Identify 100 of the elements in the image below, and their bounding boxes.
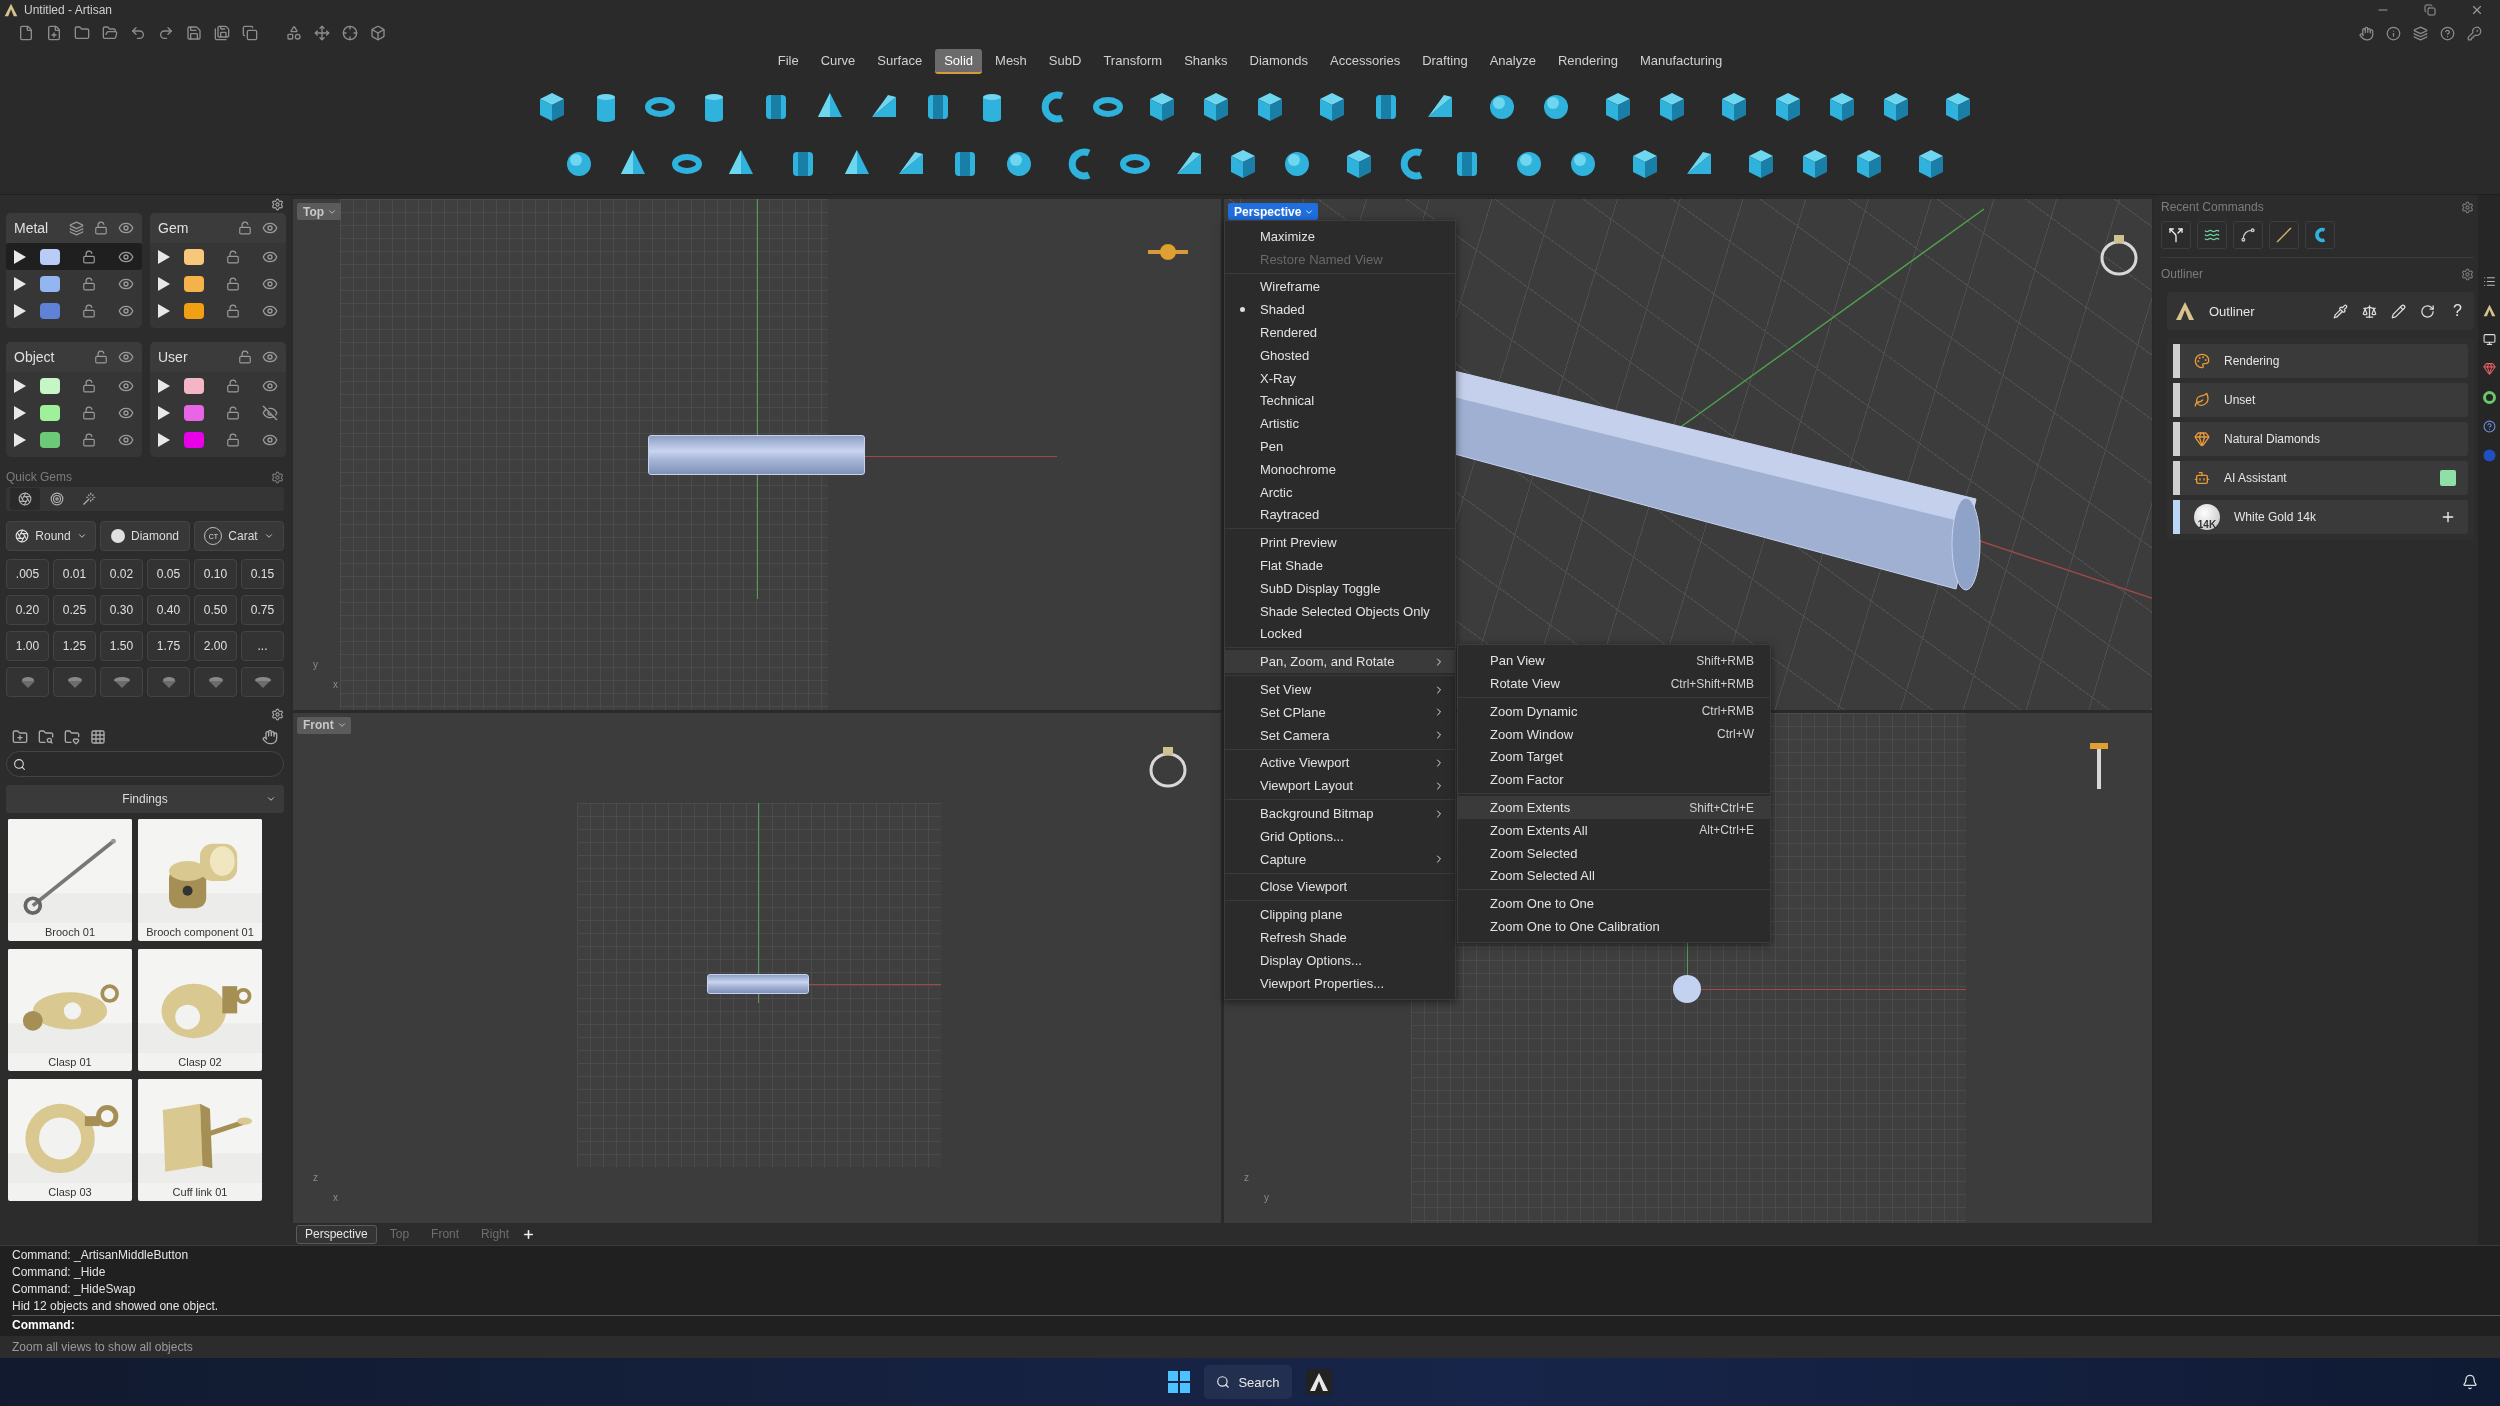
play-icon[interactable]	[158, 432, 170, 447]
category-dropdown[interactable]: Findings	[6, 785, 284, 813]
menu-item[interactable]: Zoom Selected All	[1458, 864, 1770, 888]
ribbon-tab[interactable]: SubD	[1039, 48, 1091, 74]
toggle-square[interactable]	[2440, 470, 2456, 486]
size-button[interactable]: 1.25	[53, 631, 96, 661]
search-field[interactable]	[6, 751, 284, 777]
pin-icon[interactable]	[2088, 740, 2110, 791]
redo-icon[interactable]	[158, 25, 174, 41]
lock-icon[interactable]	[238, 221, 252, 235]
menu-item[interactable]: Raytraced	[1225, 503, 1455, 527]
size-button[interactable]: 0.15	[241, 559, 284, 589]
lock-icon[interactable]	[226, 432, 240, 447]
color-swatch[interactable]	[184, 275, 204, 292]
help-icon[interactable]	[2440, 25, 2455, 41]
circle-drawing[interactable]	[1672, 973, 1702, 1004]
shapes-icon[interactable]	[286, 25, 302, 41]
target-icon[interactable]	[50, 492, 64, 506]
gem-shape-button[interactable]	[147, 667, 190, 697]
color-swatch[interactable]	[184, 377, 204, 394]
crosshair-icon[interactable]	[342, 25, 358, 41]
library-item[interactable]: Clasp 03	[8, 1079, 132, 1201]
app-icon[interactable]	[1305, 1369, 1332, 1395]
folder-icon[interactable]	[74, 25, 90, 41]
material-dropdown[interactable]: Diamond	[100, 521, 190, 551]
color-wheel-icon[interactable]	[2482, 391, 2496, 404]
menu-item[interactable]: Print Preview	[1225, 531, 1455, 555]
close-icon[interactable]	[2470, 3, 2484, 17]
size-button[interactable]: 0.40	[147, 595, 190, 625]
lock-icon[interactable]	[226, 249, 240, 264]
lock-icon[interactable]	[94, 221, 108, 235]
lock-icon[interactable]	[82, 432, 96, 447]
menu-item[interactable]: Arctic	[1225, 480, 1455, 504]
lock-icon[interactable]	[82, 303, 96, 318]
color-swatch[interactable]	[40, 302, 60, 319]
lock-icon[interactable]	[82, 405, 96, 420]
taskbar-search[interactable]: Search	[1204, 1365, 1292, 1399]
list-icon[interactable]	[2482, 275, 2496, 288]
play-icon[interactable]	[158, 249, 170, 264]
info-icon[interactable]	[2386, 25, 2401, 41]
gem-icon[interactable]	[2482, 362, 2496, 375]
library-item[interactable]: Brooch component 01	[138, 819, 262, 941]
ribbon-tab[interactable]: Solid	[935, 48, 983, 74]
settings-icon[interactable]	[271, 470, 284, 484]
bell-icon[interactable]	[2462, 1374, 2478, 1390]
play-icon[interactable]	[14, 303, 26, 318]
size-button[interactable]: 2.00	[194, 631, 237, 661]
size-button[interactable]: 0.50	[194, 595, 237, 625]
menu-item[interactable]: Flat Shade	[1225, 554, 1455, 577]
hand-icon[interactable]	[2359, 25, 2374, 41]
save-icon[interactable]	[186, 25, 202, 41]
ribbon-tab[interactable]: Drafting	[1413, 48, 1477, 74]
eye-off-icon[interactable]	[262, 404, 278, 421]
settings-icon[interactable]	[271, 197, 284, 211]
add-folder-icon[interactable]	[12, 729, 28, 745]
color-swatch[interactable]	[40, 275, 60, 292]
size-button[interactable]: 0.10	[194, 559, 237, 589]
eye-icon[interactable]	[262, 220, 278, 236]
ribbon-tab[interactable]: Rendering	[1548, 48, 1627, 74]
command-prompt[interactable]: Command:	[12, 1315, 2500, 1334]
lock-icon[interactable]	[226, 276, 240, 291]
menu-item[interactable]: Ghosted	[1225, 344, 1455, 367]
favorite-folder-icon[interactable]	[64, 729, 80, 745]
menu-item[interactable]: Zoom Selected	[1458, 841, 1770, 865]
viewport-tab[interactable]: Perspective	[296, 1224, 377, 1244]
eye-icon[interactable]	[262, 349, 278, 365]
size-button[interactable]: .005	[6, 559, 49, 589]
play-icon[interactable]	[14, 249, 26, 264]
menu-item[interactable]: Capture	[1225, 847, 1455, 871]
ribbon-tab[interactable]: Shanks	[1175, 48, 1237, 74]
size-button[interactable]: 1.75	[147, 631, 190, 661]
ribbon-tab[interactable]: Accessories	[1321, 48, 1410, 74]
aperture-icon[interactable]	[18, 492, 32, 506]
gem-shape-button[interactable]	[53, 667, 96, 697]
open-folder-icon[interactable]	[102, 25, 118, 41]
recent-command-button[interactable]	[2305, 221, 2335, 249]
menu-item[interactable]: Pen	[1225, 435, 1455, 458]
size-button[interactable]: 0.75	[241, 595, 284, 625]
size-button[interactable]: 1.00	[6, 631, 49, 661]
menu-item[interactable]: Zoom Extents All Alt+Ctrl+E	[1458, 818, 1770, 842]
menu-item[interactable]: Close Viewport	[1225, 875, 1455, 899]
menu-item[interactable]: Background Bitmap	[1225, 802, 1455, 825]
library-item[interactable]: Clasp 01	[8, 949, 132, 1071]
menu-item[interactable]: Maximize	[1225, 225, 1455, 248]
ribbon-tab[interactable]: Manufacturing	[1630, 48, 1732, 74]
ribbon-tab[interactable]: File	[768, 48, 808, 74]
add-tab-icon[interactable]	[522, 1227, 536, 1241]
play-icon[interactable]	[14, 405, 26, 420]
gem-shape-button[interactable]	[241, 667, 284, 697]
menu-item[interactable]: Pan View Shift+RMB	[1458, 649, 1770, 673]
shape-dropdown[interactable]: Round	[6, 521, 96, 551]
menu-item[interactable]: Zoom Extents Shift+Ctrl+E	[1458, 796, 1770, 819]
eye-icon[interactable]	[118, 220, 134, 236]
color-swatch[interactable]	[40, 431, 60, 448]
menu-item[interactable]: Rotate View Ctrl+Shift+RMB	[1458, 672, 1770, 695]
menu-item[interactable]: Viewport Properties...	[1225, 971, 1455, 995]
undo-icon[interactable]	[130, 25, 146, 41]
gem-shape-button[interactable]	[6, 667, 49, 697]
recent-command-button[interactable]	[2197, 221, 2227, 249]
play-icon[interactable]	[158, 276, 170, 291]
